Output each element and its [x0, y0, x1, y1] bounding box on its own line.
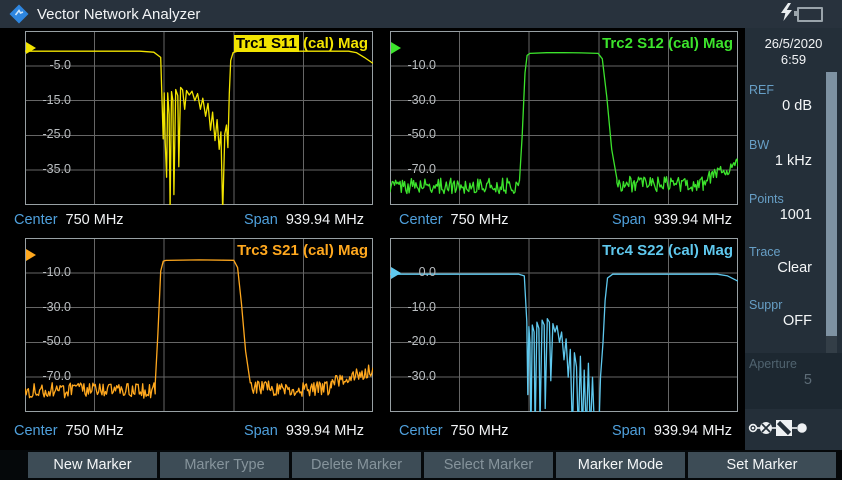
- trace-s22: [390, 238, 738, 412]
- softkey-bar: New Marker Marker Type Delete Marker Sel…: [0, 450, 842, 480]
- center-value: 750 MHz: [451, 423, 509, 439]
- param-bw[interactable]: BW 1 kHz: [745, 138, 842, 169]
- param-points[interactable]: Points 1001: [745, 192, 842, 223]
- y-tick: -15.0: [27, 93, 71, 107]
- select-marker-button[interactable]: Select Marker: [424, 452, 553, 478]
- title-bar: Vector Network Analyzer: [0, 0, 842, 28]
- trace-s11: [25, 31, 373, 205]
- trace-label-trc4: Trc4 S22 (cal) Mag: [602, 242, 733, 259]
- ref-level-marker: [26, 249, 36, 261]
- port-configuration-icon: [748, 415, 810, 446]
- span-label: Span: [612, 212, 646, 228]
- date-text: 26/5/2020: [745, 36, 842, 52]
- freq-info-q3: Center 750 MHz Span 939.94 MHz: [4, 418, 374, 444]
- y-tick: -30.0: [392, 93, 436, 107]
- time-text: 6:59: [745, 52, 842, 68]
- charging-icon: [780, 3, 793, 25]
- y-tick: -10.0: [392, 58, 436, 72]
- y-tick: -70.0: [27, 369, 71, 383]
- center-value: 750 MHz: [66, 423, 124, 439]
- set-marker-button[interactable]: Set Marker: [688, 452, 836, 478]
- ref-level-marker: [391, 42, 401, 54]
- plot-s11[interactable]: -5.0 -15.0 -25.0 -35.0 Trc1 S11 (cal) Ma…: [25, 31, 373, 205]
- rs-logo-icon: [9, 4, 29, 24]
- trace-label-trc2: Trc2 S12 (cal) Mag: [602, 35, 733, 52]
- marker-mode-button[interactable]: Marker Mode: [556, 452, 685, 478]
- span-value: 939.94 MHz: [286, 212, 364, 228]
- span-label: Span: [612, 423, 646, 439]
- trace-s21: [25, 238, 373, 412]
- y-tick: -20.0: [392, 334, 436, 348]
- span-value: 939.94 MHz: [654, 212, 732, 228]
- span-value: 939.94 MHz: [654, 423, 732, 439]
- y-tick: -50.0: [27, 334, 71, 348]
- y-tick: -10.0: [27, 265, 71, 279]
- y-tick: -30.0: [27, 300, 71, 314]
- freq-info-q2: Center 750 MHz Span 939.94 MHz: [389, 207, 742, 233]
- y-tick: -10.0: [392, 300, 436, 314]
- ref-level-marker: [26, 42, 36, 54]
- param-aperture: Aperture 5: [745, 353, 842, 409]
- trace-label-trc3: Trc3 S21 (cal) Mag: [237, 242, 368, 259]
- center-label: Center: [399, 212, 443, 228]
- app-title: Vector Network Analyzer: [37, 6, 200, 23]
- datetime-display: 26/5/2020 6:59: [745, 28, 842, 68]
- trace-label-trc1: Trc1 S11 (cal) Mag: [234, 35, 368, 52]
- span-value: 939.94 MHz: [286, 423, 364, 439]
- y-tick: -5.0: [27, 58, 71, 72]
- param-ref[interactable]: REF 0 dB: [745, 83, 842, 114]
- freq-info-q4: Center 750 MHz Span 939.94 MHz: [389, 418, 742, 444]
- center-label: Center: [14, 212, 58, 228]
- param-suppr[interactable]: Suppr OFF: [745, 298, 842, 329]
- plot-s12[interactable]: -10.0 -30.0 -50.0 -70.0 Trc2 S12 (cal) M…: [390, 31, 738, 205]
- center-value: 750 MHz: [66, 212, 124, 228]
- y-tick: 0.0: [392, 265, 436, 279]
- param-trace[interactable]: Trace Clear: [745, 245, 842, 276]
- span-label: Span: [244, 212, 278, 228]
- delete-marker-button[interactable]: Delete Marker: [292, 452, 421, 478]
- marker-type-button[interactable]: Marker Type: [160, 452, 289, 478]
- plot-s21[interactable]: -10.0 -30.0 -50.0 -70.0 Trc3 S21 (cal) M…: [25, 238, 373, 412]
- new-marker-button[interactable]: New Marker: [28, 452, 157, 478]
- center-value: 750 MHz: [451, 212, 509, 228]
- y-tick: -50.0: [392, 127, 436, 141]
- vna-app-region: Vector Network Analyzer -5.0 -15.0 -25.0…: [0, 0, 842, 480]
- y-tick: -70.0: [392, 162, 436, 176]
- span-label: Span: [244, 423, 278, 439]
- y-tick: -25.0: [27, 127, 71, 141]
- trace-s12: [390, 31, 738, 205]
- vna-screen: Vector Network Analyzer -5.0 -15.0 -25.0…: [0, 0, 853, 480]
- battery-icon: [797, 7, 823, 22]
- freq-info-q1: Center 750 MHz Span 939.94 MHz: [4, 207, 374, 233]
- y-tick: -35.0: [27, 162, 71, 176]
- parameter-sidebar: 26/5/2020 6:59 REF 0 dB BW 1 kHz Points …: [745, 28, 842, 450]
- center-label: Center: [399, 423, 443, 439]
- plot-s22[interactable]: 0.0 -10.0 -20.0 -30.0 Trc4 S22 (cal) Mag: [390, 238, 738, 412]
- center-label: Center: [14, 423, 58, 439]
- y-tick: -30.0: [392, 369, 436, 383]
